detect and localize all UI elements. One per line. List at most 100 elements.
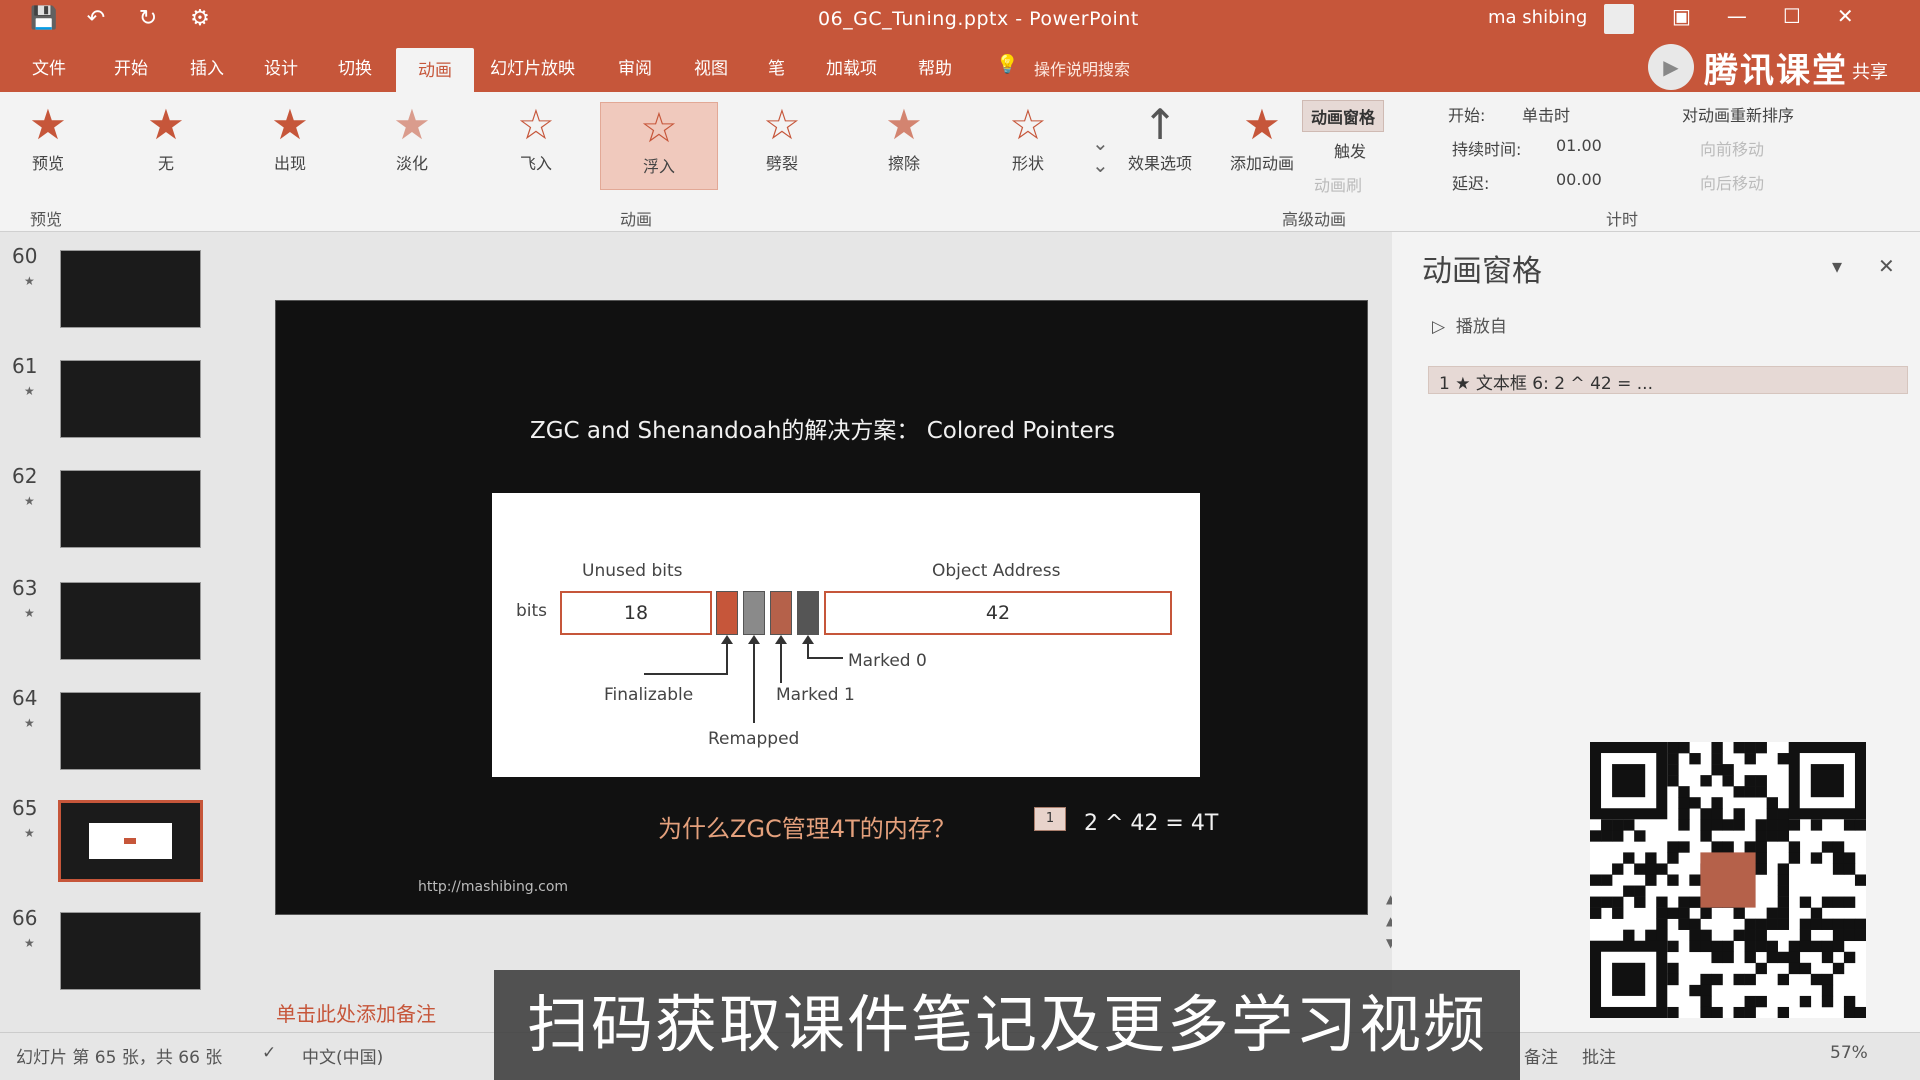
title-bar: 💾 ↶ ↻ ⚙ 06_GC_Tuning.pptx - PowerPoint m… — [0, 0, 1920, 40]
lightbulb-icon: 💡 — [996, 54, 1019, 75]
effect-fade-button[interactable]: ★ 淡化 — [372, 100, 452, 174]
add-animation-button[interactable]: ★ 添加动画 — [1222, 100, 1302, 174]
thumbnail-61[interactable]: 61 ★ — [0, 348, 250, 458]
animation-star-icon: ★ — [24, 826, 35, 840]
play-from-button[interactable]: ▷ 播放自 — [1432, 312, 1507, 337]
colored-pointers-diagram[interactable]: Unused bits Object Address bits 18 42 Fi… — [492, 493, 1200, 777]
arrow-up-icon: ↑ — [1142, 100, 1178, 149]
promo-banner: 扫码获取课件笔记及更多学习视频 — [494, 970, 1520, 1080]
star-icon: ★ — [271, 100, 309, 149]
avatar[interactable] — [1604, 4, 1634, 34]
slide-thumbnail[interactable] — [60, 582, 201, 660]
effect-fly-in-button[interactable]: ☆ 飞入 — [496, 100, 576, 174]
slide-thumbnail[interactable] — [60, 692, 201, 770]
tab-file[interactable]: 文件 — [32, 54, 66, 79]
animation-order-tag[interactable]: 1 — [1034, 807, 1066, 831]
tab-review[interactable]: 审阅 — [618, 54, 652, 79]
animation-star-icon: ★ — [24, 274, 35, 288]
pane-close-icon[interactable]: ✕ — [1878, 254, 1895, 278]
slide-title[interactable]: ZGC and Shenandoah的解决方案： Colored Pointer… — [276, 411, 1369, 445]
tab-home[interactable]: 开始 — [114, 54, 148, 79]
maximize-icon[interactable]: ☐ — [1783, 4, 1801, 28]
star-icon: ★ — [147, 100, 185, 149]
footer-url[interactable]: http://mashibing.com — [418, 879, 568, 895]
pane-options-icon[interactable]: ▾ — [1832, 254, 1842, 278]
preview-button[interactable]: ★ 预览 — [8, 100, 88, 174]
finalizable-arrow — [721, 635, 733, 673]
thumbnail-60[interactable]: 60 ★ — [0, 238, 250, 348]
object-address-label: Object Address — [932, 561, 1061, 581]
effect-shape-button[interactable]: ☆ 形状 — [988, 100, 1068, 174]
animation-star-icon: ★ — [24, 606, 35, 620]
star-outline-icon: ☆ — [640, 103, 678, 152]
slide-thumbnail[interactable] — [60, 912, 201, 990]
ribbon-display-icon[interactable]: ▣ — [1672, 4, 1691, 28]
tab-view[interactable]: 视图 — [694, 54, 728, 79]
tab-pen[interactable]: 笔 — [768, 54, 785, 79]
remapped-arrow — [748, 635, 760, 723]
thumbnail-66[interactable]: 66 ★ — [0, 900, 250, 1010]
save-icon[interactable]: 💾 — [30, 6, 58, 31]
play-icon: ▶ — [1648, 44, 1694, 90]
move-earlier-button[interactable]: 向前移动 — [1700, 136, 1764, 160]
effect-none-button[interactable]: ★ 无 — [126, 100, 206, 174]
user-name[interactable]: ma shibing — [1488, 7, 1587, 28]
slide-thumbnail[interactable] — [60, 250, 201, 328]
animation-painter-button[interactable]: 动画刷 — [1314, 172, 1362, 196]
tab-animations[interactable]: 动画 — [396, 48, 474, 92]
slide-thumbnail[interactable] — [60, 360, 201, 438]
effect-split-button[interactable]: ☆ 劈裂 — [742, 100, 822, 174]
spell-check-icon[interactable]: ✓ — [262, 1043, 276, 1063]
thumbnail-63[interactable]: 63 ★ — [0, 570, 250, 680]
powerpoint-window: 💾 ↶ ↻ ⚙ 06_GC_Tuning.pptx - PowerPoint m… — [0, 0, 1920, 1080]
tab-help[interactable]: 帮助 — [918, 54, 952, 79]
undo-icon[interactable]: ↶ — [82, 6, 110, 31]
duration-field[interactable]: 持续时间: 01.00 — [1452, 136, 1672, 160]
tab-slideshow[interactable]: 幻灯片放映 — [490, 54, 575, 79]
customize-icon[interactable]: ⚙ — [186, 6, 214, 31]
redo-icon[interactable]: ↻ — [134, 6, 162, 31]
slide-canvas[interactable]: ZGC and Shenandoah的解决方案： Colored Pointer… — [275, 300, 1368, 915]
move-later-button[interactable]: 向后移动 — [1700, 170, 1764, 194]
trigger-button[interactable]: 触发 — [1334, 138, 1366, 162]
group-label-advanced: 高级动画 — [1282, 210, 1347, 229]
animation-star-icon: ★ — [24, 936, 35, 950]
gallery-scroll[interactable]: ⌄ ⌄ — [1092, 132, 1109, 176]
slide-thumbnails-pane: 60 ★ 61 ★ 62 ★ 63 ★ 64 ★ 65 ★ 66 ★ — [0, 232, 250, 1032]
tab-transitions[interactable]: 切换 — [338, 54, 372, 79]
animation-pane-button[interactable]: 动画窗格 — [1302, 100, 1385, 132]
slide-thumbnail-current[interactable] — [58, 800, 203, 882]
remapped-label: Remapped — [708, 729, 800, 749]
question-text[interactable]: 为什么ZGC管理4T的内存？ — [658, 809, 956, 844]
answer-text[interactable]: 2 ^ 42 = 4T — [1084, 811, 1218, 836]
notes-placeholder[interactable]: 单击此处添加备注 — [276, 998, 436, 1027]
tab-design[interactable]: 设计 — [264, 54, 298, 79]
group-label-animation: 动画 — [620, 210, 653, 229]
comments-button[interactable]: 批注 — [1582, 1043, 1616, 1068]
language-indicator[interactable]: 中文(中国) — [302, 1043, 383, 1068]
effect-float-in-button[interactable]: ☆ 浮入 — [600, 102, 718, 190]
thumbnail-62[interactable]: 62 ★ — [0, 458, 250, 568]
delay-field[interactable]: 延迟: 00.00 — [1452, 170, 1672, 194]
animation-pane-title: 动画窗格 — [1422, 254, 1542, 289]
preview-star-icon: ★ — [29, 100, 67, 149]
window-controls: ▣ — ☐ ✕ — [1672, 4, 1854, 28]
tab-insert[interactable]: 插入 — [190, 54, 224, 79]
thumbnail-65[interactable]: 65 ★ — [0, 790, 250, 900]
group-label-timing: 计时 — [1606, 210, 1639, 229]
close-icon[interactable]: ✕ — [1837, 4, 1854, 28]
tab-addins[interactable]: 加载项 — [826, 54, 877, 79]
marked0-bit — [797, 591, 819, 635]
notes-button[interactable]: 备注 — [1524, 1043, 1558, 1068]
thumbnail-64[interactable]: 64 ★ — [0, 680, 250, 790]
zoom-level[interactable]: 57% — [1830, 1043, 1868, 1063]
animation-list-item[interactable]: 1 ★ 文本框 6: 2 ^ 42 = ... — [1428, 366, 1908, 394]
tell-me-search[interactable]: 操作说明搜索 — [1034, 56, 1130, 80]
effect-wipe-button[interactable]: ★ 擦除 — [864, 100, 944, 174]
start-field[interactable]: 开始: 单击时 — [1448, 102, 1668, 126]
effect-appear-button[interactable]: ★ 出现 — [250, 100, 330, 174]
animation-star-icon: ★ — [24, 494, 35, 508]
slide-thumbnail[interactable] — [60, 470, 201, 548]
minimize-icon[interactable]: — — [1727, 4, 1747, 28]
effect-options-button[interactable]: ↑ 效果选项 — [1120, 100, 1200, 174]
